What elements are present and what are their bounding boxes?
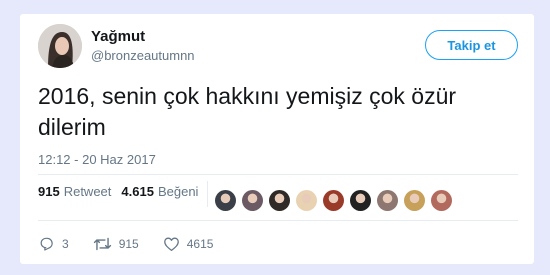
reply-icon: [40, 237, 53, 251]
user-handle[interactable]: @bronzeautumnn: [91, 48, 195, 63]
liker-avatar[interactable]: [296, 190, 317, 211]
like-button[interactable]: 4615: [163, 236, 214, 252]
heart-icon: [163, 237, 179, 252]
retweet-stat-label: Retweet: [63, 184, 112, 199]
follow-button[interactable]: Takip et: [425, 30, 518, 60]
avatar[interactable]: [38, 24, 82, 68]
like-stat-count: 4.615: [121, 184, 154, 199]
liker-avatar[interactable]: [377, 190, 398, 211]
like-count: 4615: [186, 237, 214, 251]
liker-avatar[interactable]: [350, 190, 371, 211]
liker-avatar[interactable]: [431, 190, 452, 211]
liker-avatar[interactable]: [323, 190, 344, 211]
stats-separator: [207, 181, 208, 207]
engagement-stats: 915 Retweet 4.615 Beğeni: [38, 184, 208, 199]
liker-avatars: [215, 190, 458, 211]
like-stat-label: Beğeni: [157, 184, 199, 199]
retweet-stat[interactable]: 915 Retweet: [38, 184, 111, 199]
avatar-image: [38, 24, 82, 68]
liker-avatar[interactable]: [269, 190, 290, 211]
retweet-stat-count: 915: [38, 184, 60, 199]
tweet-card: Yağmut @bronzeautumnn Takip et 2016, sen…: [20, 14, 534, 264]
retweet-count: 915: [118, 237, 139, 251]
liker-avatar[interactable]: [215, 190, 236, 211]
user-display-name[interactable]: Yağmut: [91, 28, 145, 45]
retweet-icon: [93, 237, 111, 251]
divider: [38, 174, 518, 175]
retweet-button[interactable]: 915: [93, 236, 139, 252]
tweet-timestamp[interactable]: 12:12 - 20 Haz 2017: [38, 152, 156, 167]
reply-count: 3: [62, 237, 69, 251]
liker-avatar[interactable]: [404, 190, 425, 211]
tweet-text: 2016, senin çok hakkını yemişiz çok özür…: [38, 83, 457, 140]
like-stat[interactable]: 4.615 Beğeni: [121, 184, 198, 199]
divider: [38, 220, 518, 221]
reply-button[interactable]: 3: [38, 236, 69, 252]
tweet-actions: 3 915 4615: [38, 236, 237, 252]
liker-avatar[interactable]: [242, 190, 263, 211]
